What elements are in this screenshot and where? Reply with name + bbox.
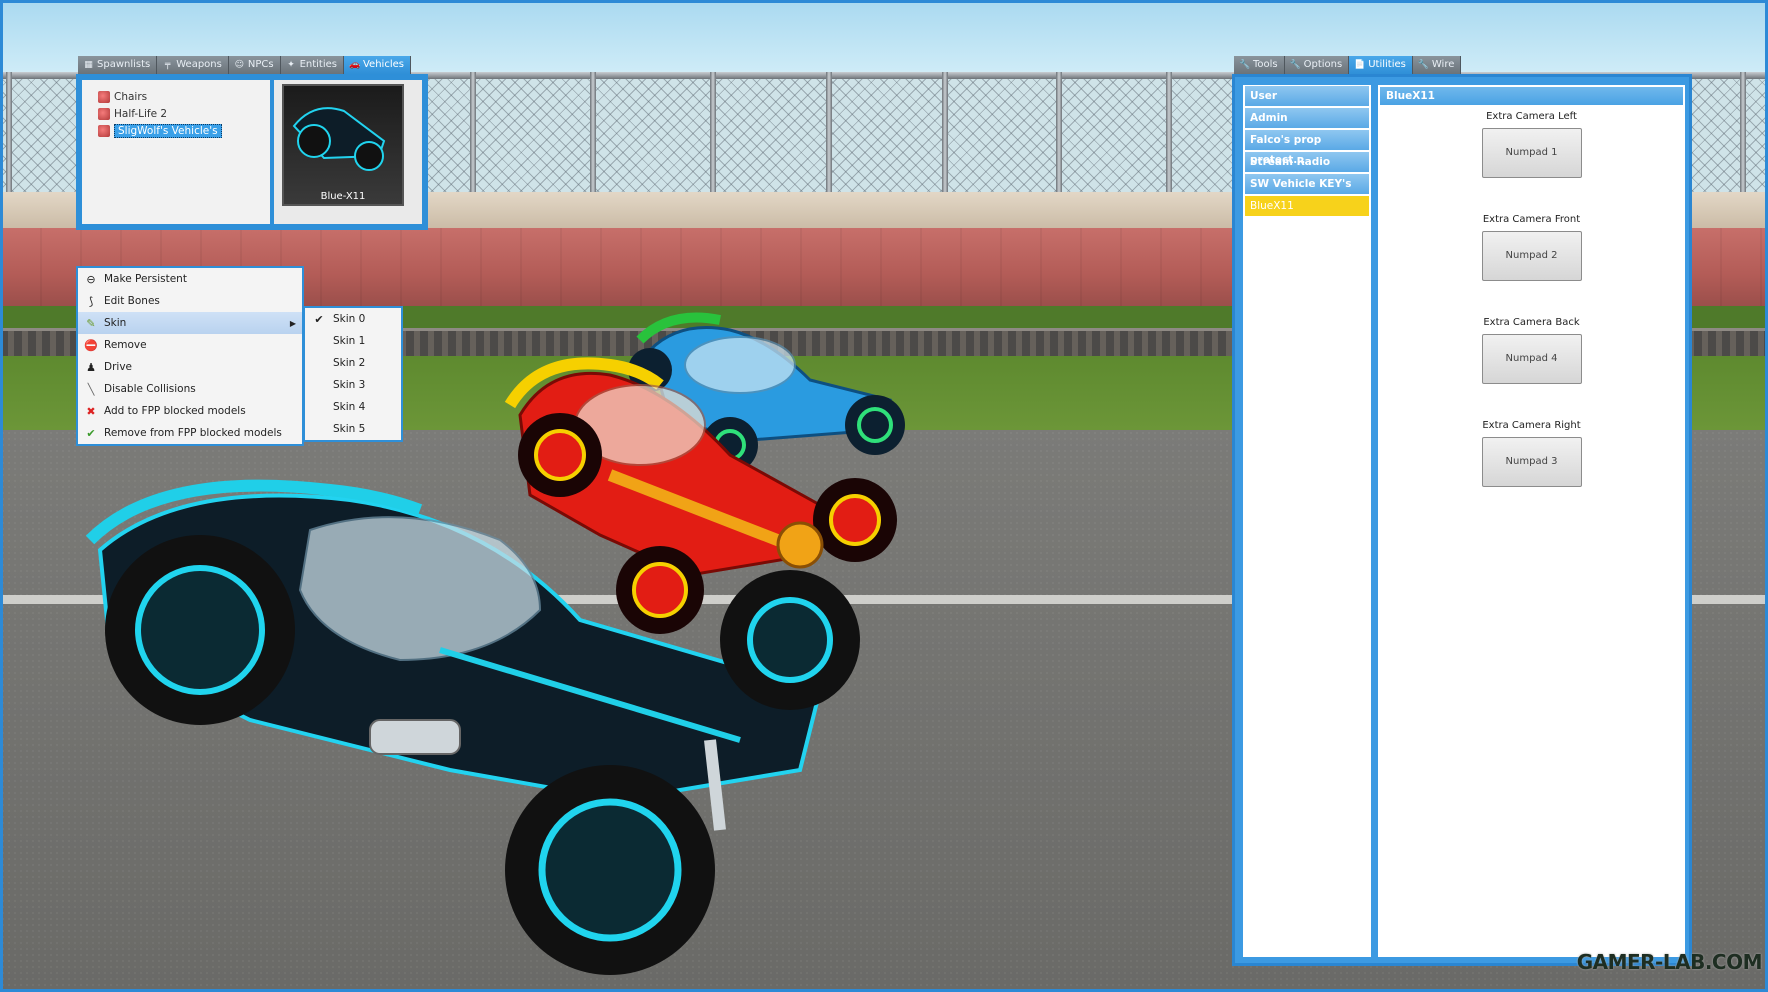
category-user[interactable]: User: [1245, 86, 1369, 106]
binding-label: Extra Camera Left: [1486, 111, 1577, 122]
entity-icon: ✦: [287, 59, 295, 70]
binding-extra-camera-left: Extra Camera Left Numpad 1: [1378, 111, 1685, 178]
binding-label: Extra Camera Front: [1482, 214, 1581, 225]
tree-item-half-life-2[interactable]: Half-Life 2: [98, 105, 270, 122]
control-panel-title: BlueX11: [1380, 87, 1683, 105]
menu-item-skin[interactable]: ✎ Skin ▶: [78, 312, 302, 334]
fence-post: [1056, 72, 1062, 198]
x-icon: ✖: [86, 404, 96, 418]
folder-icon: [98, 107, 110, 120]
menu-item-edit-bones[interactable]: ⟆ Edit Bones: [78, 290, 302, 312]
remove-icon: ⛔: [84, 338, 98, 352]
submenu-item-skin-3[interactable]: Skin 3: [305, 374, 401, 396]
face-icon: ☺: [234, 59, 245, 70]
fence-post: [942, 72, 948, 198]
tab-utilities[interactable]: 📄 Utilities: [1349, 56, 1413, 74]
utilities-category-list: User Admin Falco's prop protect... Strea…: [1243, 85, 1371, 957]
check-icon: ✔: [86, 426, 96, 440]
toolmenu-tabs: 🔧 Tools 🔧 Options 📄 Utilities 🔧 Wire: [1234, 56, 1462, 74]
watermark: GAMER-LAB.COM: [1576, 950, 1763, 974]
menu-item-add-fpp-blocked[interactable]: ✖ Add to FPP blocked models: [78, 400, 302, 422]
menu-item-drive[interactable]: ♟ Drive: [78, 356, 302, 378]
category-bluex11[interactable]: BlueX11: [1245, 196, 1369, 216]
vehicle-thumbnail-icon: [292, 107, 386, 171]
category-sw-vehicle-keys[interactable]: SW Vehicle KEY's: [1245, 174, 1369, 194]
tab-wire[interactable]: 🔧 Wire: [1412, 56, 1462, 74]
wrench-icon: 🔧: [1417, 59, 1430, 70]
spawn-icon-blue-x11[interactable]: Blue-X11: [282, 84, 404, 206]
tab-options[interactable]: 🔧 Options: [1284, 56, 1350, 74]
paint-icon: ✎: [86, 316, 96, 330]
blue-x11-vehicle: [85, 479, 860, 975]
fence-post: [6, 72, 12, 198]
toolmenu-panel: User Admin Falco's prop protect... Strea…: [1232, 74, 1692, 966]
control-panel: BlueX11 Extra Camera Left Numpad 1 Extra…: [1378, 85, 1685, 957]
wrench-icon: 🔧: [1239, 59, 1251, 70]
spawn-icon-grid: Blue-X11: [274, 80, 422, 224]
menu-item-remove-fpp-blocked[interactable]: ✔ Remove from FPP blocked models: [78, 422, 302, 444]
context-menu: ⊖ Make Persistent ⟆ Edit Bones ✎ Skin ▶ ⛔ Rem…: [76, 266, 304, 446]
tab-weapons[interactable]: ╤ Weapons: [157, 56, 229, 74]
spawnmenu-tabs: ▦ Spawnlists ╤ Weapons ☺ NPCs ✦ Entities 🚗 Ve…: [78, 56, 411, 74]
tree-item-chairs[interactable]: Chairs: [98, 88, 270, 105]
binder-button[interactable]: Numpad 2: [1481, 231, 1582, 281]
vehicle-category-tree: Chairs Half-Life 2 SligWolf's Vehicle's: [82, 80, 270, 224]
submenu-item-skin-4[interactable]: Skin 4: [305, 396, 401, 418]
binding-extra-camera-right: Extra Camera Right Numpad 3: [1378, 420, 1685, 487]
fence-post: [590, 72, 596, 198]
folder-icon: [98, 124, 110, 137]
fence-post: [1740, 72, 1746, 198]
menu-item-disable-collisions[interactable]: ╲ Disable Collisions: [78, 378, 302, 400]
category-stream-radio[interactable]: Stream Radio: [1245, 152, 1369, 172]
fence-post: [1166, 72, 1172, 198]
tab-vehicles[interactable]: 🚗 Vehicles: [343, 56, 411, 74]
binding-label: Extra Camera Back: [1483, 317, 1580, 328]
submenu-item-skin-1[interactable]: Skin 1: [305, 330, 401, 352]
bone-icon: ⟆: [88, 294, 94, 308]
page-icon: 📄: [1354, 59, 1366, 70]
tab-spawnlists[interactable]: ▦ Spawnlists: [78, 56, 158, 74]
wrench-icon: 🔧: [1289, 59, 1301, 70]
tab-tools[interactable]: 🔧 Tools: [1234, 56, 1285, 74]
submenu-item-skin-0[interactable]: ✔ Skin 0: [305, 308, 401, 330]
binding-extra-camera-front: Extra Camera Front Numpad 2: [1378, 214, 1685, 281]
chevron-right-icon: ▶: [289, 318, 296, 328]
car-icon: 🚗: [348, 59, 361, 70]
tab-npcs[interactable]: ☺ NPCs: [228, 56, 281, 74]
folder-icon: [98, 90, 110, 103]
menu-item-remove[interactable]: ⛔ Remove: [78, 334, 302, 356]
category-falcos-prop-protection[interactable]: Falco's prop protect...: [1245, 130, 1369, 166]
fence-post: [470, 72, 476, 198]
menu-item-make-persistent[interactable]: ⊖ Make Persistent: [78, 268, 302, 290]
link-icon: ⊖: [86, 272, 96, 286]
fence-post: [826, 72, 832, 198]
category-admin[interactable]: Admin: [1245, 108, 1369, 128]
gun-icon: ╤: [165, 59, 171, 70]
person-icon: ♟: [86, 360, 96, 374]
tab-entities[interactable]: ✦ Entities: [280, 56, 344, 74]
fence-post: [710, 72, 716, 198]
slash-icon: ╲: [87, 382, 95, 396]
checkmark-icon: ✔: [314, 312, 324, 326]
binding-label: Extra Camera Right: [1482, 420, 1581, 431]
binding-extra-camera-back: Extra Camera Back Numpad 4: [1378, 317, 1685, 384]
submenu-item-skin-2[interactable]: Skin 2: [305, 352, 401, 374]
spawnmenu-panel: Chairs Half-Life 2 SligWolf's Vehicle's …: [76, 74, 428, 230]
grid-icon: ▦: [84, 59, 93, 70]
binder-button[interactable]: Numpad 4: [1481, 334, 1582, 384]
binder-button[interactable]: Numpad 3: [1481, 437, 1582, 487]
binder-button[interactable]: Numpad 1: [1481, 128, 1582, 178]
submenu-item-skin-5[interactable]: Skin 5: [305, 418, 401, 440]
spawn-icon-label: Blue-X11: [320, 191, 366, 202]
skin-submenu: ✔ Skin 0 Skin 1 Skin 2 Skin 3 Skin 4 Skin…: [303, 306, 403, 442]
tree-item-sligwolfs-vehicles[interactable]: SligWolf's Vehicle's: [98, 122, 270, 139]
